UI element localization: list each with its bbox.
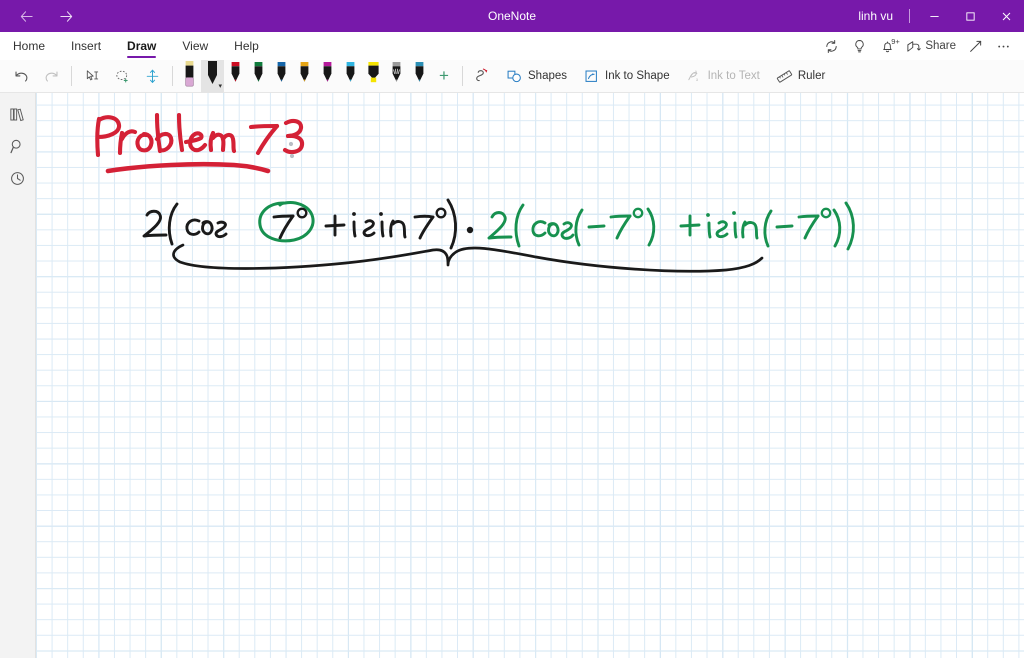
sync-icon[interactable] [818, 33, 844, 59]
tool-pen-green[interactable] [247, 60, 270, 93]
svg-text:A: A [694, 71, 698, 76]
insert-space-icon[interactable] [137, 62, 167, 91]
more-options-icon[interactable] [990, 33, 1016, 59]
ruler-button[interactable]: Ruler [768, 62, 833, 91]
ink-circle-highlight [258, 201, 315, 243]
ribbon-tab-strip: Home Insert Draw View Help 9+ Share [0, 32, 1024, 60]
shapes-button[interactable]: Shapes [498, 62, 575, 91]
user-account-name[interactable]: linh vu [848, 9, 903, 23]
notification-count-badge: 9+ [891, 36, 900, 46]
toolbar-divider [71, 66, 72, 86]
onenote-window: OneNote linh vu Home Insert Draw View He… [0, 0, 1024, 658]
nav-arrows [0, 1, 84, 31]
recent-notes-icon [11, 171, 24, 185]
ink-to-math-icon[interactable] [468, 62, 498, 91]
tool-pen-teal[interactable] [408, 60, 431, 93]
handwritten-ink [95, 112, 855, 273]
tab-insert[interactable]: Insert [58, 32, 114, 60]
title-bar: OneNote linh vu [0, 0, 1024, 32]
tool-highlighter-yellow[interactable] [362, 60, 385, 93]
maximize-button[interactable] [952, 0, 988, 32]
ink-to-shape-button[interactable]: Ink to Shape [575, 62, 678, 91]
ribbon-right-actions: 9+ Share [818, 32, 1024, 60]
tab-draw[interactable]: Draw [114, 32, 169, 60]
ink-underbrace [172, 243, 764, 273]
tool-pen-magenta[interactable] [316, 60, 339, 93]
body-area [0, 93, 1024, 658]
title-divider [909, 9, 910, 23]
sidebar-item-search[interactable] [3, 131, 33, 161]
notifications-bell-icon[interactable]: 9+ [874, 33, 900, 59]
ink-to-text-label: Ink to Text [707, 70, 760, 82]
toolbar-divider-3 [462, 66, 463, 86]
tool-pen-cyan[interactable] [339, 60, 362, 93]
ink-expression-left [142, 198, 474, 250]
ink-layer [36, 93, 1024, 658]
lasso-select-icon[interactable] [107, 62, 137, 91]
ink-expression-right [487, 201, 855, 251]
ink-heading-problem-73 [95, 112, 305, 174]
title-bar-right: linh vu [848, 0, 1024, 32]
share-button[interactable]: Share [902, 33, 960, 59]
add-pen-button[interactable]: + [431, 62, 457, 91]
close-button[interactable] [988, 0, 1024, 32]
expand-icon[interactable] [962, 33, 988, 59]
tool-pencil-grey[interactable] [385, 60, 408, 93]
note-page-canvas[interactable] [36, 93, 1024, 658]
tool-pen-red[interactable] [224, 60, 247, 93]
lightbulb-icon[interactable] [846, 33, 872, 59]
draw-toolbar: ▾ + Shapes Ink to Shape A a Ink to Text … [0, 59, 1024, 93]
pen-rail: ▾ [178, 59, 431, 93]
tab-help[interactable]: Help [221, 32, 272, 60]
sidebar-item-recent-notes[interactable] [3, 163, 33, 193]
tab-view[interactable]: View [169, 32, 221, 60]
left-navigation-bar [0, 93, 36, 658]
tool-pen-blue[interactable] [270, 60, 293, 93]
undo-button[interactable] [6, 62, 36, 91]
forward-arrow-icon[interactable] [48, 1, 84, 31]
share-label: Share [925, 40, 956, 52]
svg-text:a: a [695, 77, 698, 82]
ruler-label: Ruler [797, 70, 826, 82]
ink-to-shape-label: Ink to Shape [605, 70, 670, 82]
ink-to-text-button[interactable]: A a Ink to Text [678, 62, 768, 91]
sidebar-item-notebooks[interactable] [3, 99, 33, 129]
notebooks-icon [10, 108, 24, 121]
search-icon [10, 139, 21, 153]
minimize-button[interactable] [916, 0, 952, 32]
back-arrow-icon[interactable] [8, 1, 44, 31]
toolbar-divider-2 [172, 66, 173, 86]
lasso-text-select-icon[interactable] [77, 62, 107, 91]
tab-home[interactable]: Home [0, 32, 58, 60]
tool-eraser[interactable] [178, 60, 201, 93]
pen-options-chevron-down-icon[interactable]: ▾ [218, 83, 222, 90]
tool-pen-gold[interactable] [293, 60, 316, 93]
redo-button[interactable] [36, 62, 66, 91]
shapes-label: Shapes [528, 70, 568, 82]
tool-pen-black[interactable]: ▾ [201, 59, 224, 93]
